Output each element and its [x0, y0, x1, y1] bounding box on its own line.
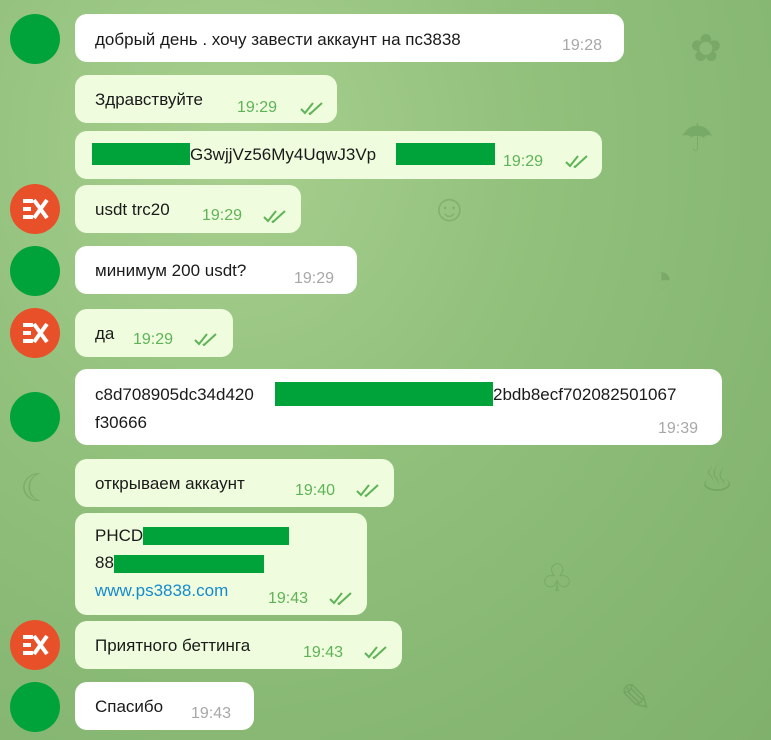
background-doodle: ☂ [680, 118, 715, 160]
redacted-block [396, 143, 495, 165]
client-avatar[interactable] [10, 246, 60, 296]
agent-avatar[interactable] [10, 620, 60, 670]
background-doodle: ✎ [620, 678, 652, 720]
message-text: c8d708905dc34d420 [95, 385, 254, 404]
message-time: 19:29 [503, 153, 544, 170]
message-bubble[interactable]: открываем аккаунт 19:40 [75, 459, 394, 507]
double-check-icon [356, 484, 379, 497]
background-doodle: ☾ [20, 468, 55, 510]
message-text: usdt trc20 [95, 200, 170, 219]
message-time: 19:43 [268, 590, 309, 607]
message-bubble[interactable]: PHCD 88 www.ps3838.com 19:43 [75, 513, 367, 615]
message-time: 19:29 [237, 99, 278, 116]
brand-logo-icon [23, 198, 49, 220]
double-check-icon [364, 646, 387, 659]
message-text: 2bdb8ecf702082501067 [493, 385, 677, 404]
message-text: добрый день . хочу завести аккаунт на пс… [95, 30, 461, 49]
message-time: 19:43 [303, 644, 344, 661]
client-avatar[interactable] [10, 14, 60, 64]
message-text: f30666 [95, 413, 147, 432]
background-doodle: ◔ [650, 258, 673, 300]
message-text: G3wjjVz56My4UqwJ3Vp [190, 145, 377, 164]
message-time: 19:40 [295, 482, 336, 499]
message-text: 88 [95, 553, 114, 572]
message-bubble[interactable]: Спасибо 19:43 [75, 682, 254, 730]
message-text: Спасибо [95, 697, 164, 716]
client-avatar[interactable] [10, 392, 60, 442]
double-check-icon [300, 102, 323, 115]
message-bubble[interactable]: Приятного беттинга 19:43 [75, 621, 402, 669]
message-text: PHCD [95, 526, 144, 545]
message-bubble[interactable]: добрый день . хочу завести аккаунт на пс… [75, 14, 624, 62]
double-check-icon [565, 155, 588, 168]
redacted-block [275, 382, 493, 406]
message-text: открываем аккаунт [95, 474, 245, 493]
double-check-icon [263, 210, 286, 223]
double-check-icon [194, 333, 217, 346]
message-bubble[interactable]: Здравствуйте 19:29 [75, 75, 337, 123]
message-bubble[interactable]: usdt trc20 19:29 [75, 185, 301, 233]
message-bubble[interactable]: c8d708905dc34d420 2bdb8ecf702082501067 f… [75, 369, 722, 445]
brand-logo-icon [23, 322, 49, 344]
message-bubble[interactable]: минимум 200 usdt? 19:29 [75, 246, 357, 294]
background-doodle: ♧ [540, 558, 575, 600]
agent-avatar[interactable] [10, 184, 60, 234]
background-doodle: ☺ [430, 188, 469, 230]
message-time: 19:39 [658, 420, 699, 437]
message-time: 19:29 [202, 207, 243, 224]
double-check-icon [329, 592, 352, 605]
message-time: 19:29 [294, 270, 335, 287]
redacted-block [114, 555, 264, 573]
background-doodle: ♨ [700, 458, 735, 500]
background-doodle: ✿ [690, 28, 722, 70]
message-text: да [95, 324, 115, 343]
brand-logo-icon [23, 634, 49, 656]
message-text: Здравствуйте [95, 90, 203, 109]
message-bubble[interactable]: G3wjjVz56My4UqwJ3Vp 19:29 [75, 131, 602, 179]
message-time: 19:28 [562, 37, 603, 54]
message-text: Приятного беттинга [95, 636, 251, 655]
redacted-block [92, 143, 190, 165]
client-avatar[interactable] [10, 682, 60, 732]
message-time: 19:29 [133, 331, 174, 348]
website-link[interactable]: www.ps3838.com [95, 581, 228, 601]
redacted-block [143, 527, 289, 545]
message-bubble[interactable]: да 19:29 [75, 309, 233, 357]
message-time: 19:43 [191, 705, 232, 722]
agent-avatar[interactable] [10, 308, 60, 358]
message-text: минимум 200 usdt? [95, 261, 247, 280]
